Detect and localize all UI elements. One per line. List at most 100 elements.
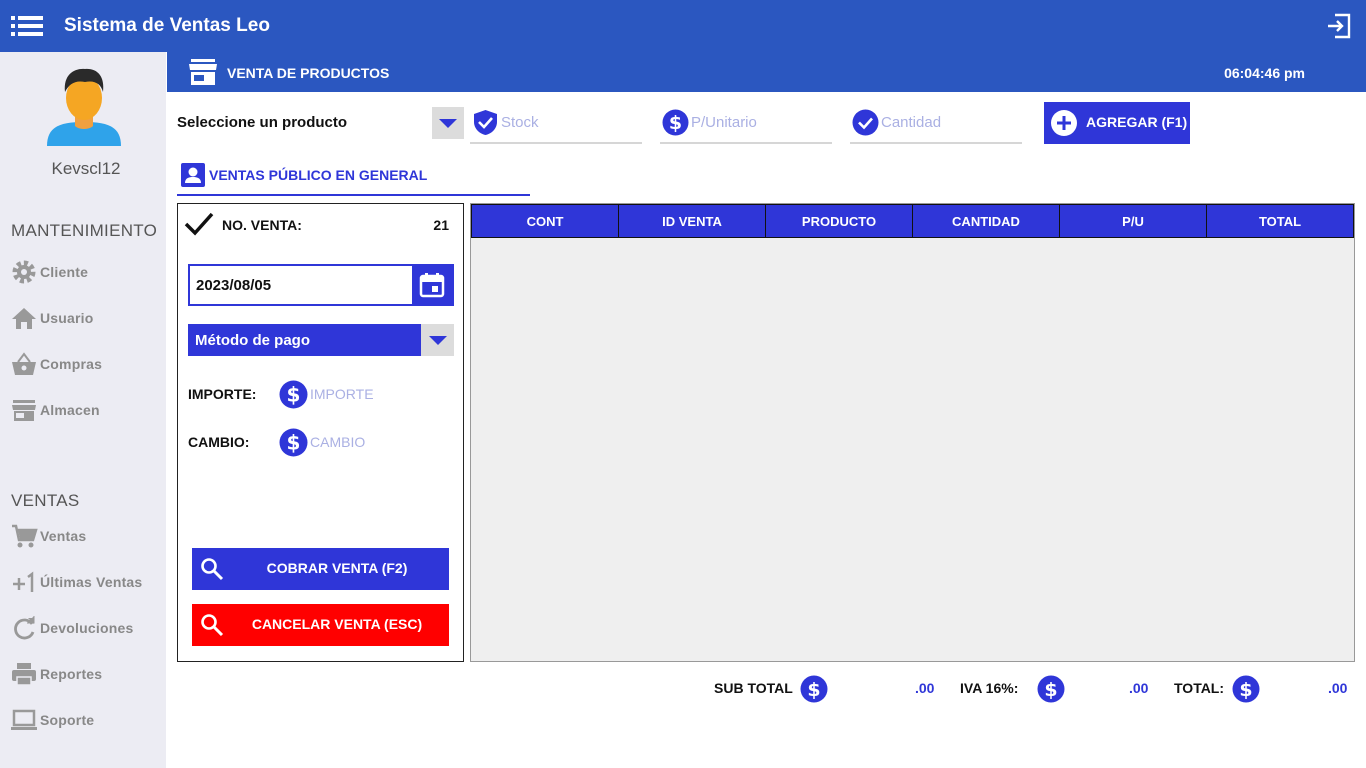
plus-circle-icon: [1051, 110, 1077, 136]
total-value: .00: [1328, 680, 1348, 696]
sidebar-item-ultimas-ventas[interactable]: Últimas Ventas: [10, 568, 160, 596]
dollar-icon: $: [279, 380, 308, 409]
quantity-placeholder: Cantidad: [881, 114, 942, 131]
gear-icon: [12, 260, 36, 284]
top-bar: Sistema de Ventas Leo: [0, 0, 1366, 52]
svg-text:$: $: [287, 431, 301, 455]
importe-placeholder: IMPORTE: [310, 386, 374, 402]
cancel-sale-label: CANCELAR VENTA (ESC): [251, 616, 423, 632]
importe-field[interactable]: $ IMPORTE: [279, 380, 449, 410]
sidebar-item-usuario[interactable]: Usuario: [10, 304, 160, 332]
sidebar-item-ventas[interactable]: Ventas: [10, 522, 160, 550]
sale-number-label: NO. VENTA:: [222, 217, 302, 233]
svg-text:$: $: [669, 112, 682, 134]
payment-method-value: Método de pago: [188, 324, 421, 356]
column-header-cont[interactable]: CONT: [471, 204, 619, 238]
tab-ventas-publico-general[interactable]: VENTAS PÚBLICO EN GENERAL: [177, 160, 530, 196]
laptop-icon: [11, 709, 37, 730]
svg-text:$: $: [807, 679, 820, 701]
sidebar-item-cliente[interactable]: Cliente: [10, 258, 160, 286]
refresh-icon: [14, 616, 35, 640]
product-select-label: Seleccione un producto: [177, 114, 348, 131]
cart-icon: [12, 524, 38, 548]
cambio-field[interactable]: $ CAMBIO: [279, 428, 449, 458]
page-title: VENTA DE PRODUCTOS: [227, 65, 390, 81]
printer-icon: [12, 663, 36, 686]
importe-label: IMPORTE:: [188, 386, 257, 402]
sidebar-item-devoluciones[interactable]: Devoluciones: [10, 614, 160, 642]
quantity-field[interactable]: Cantidad: [850, 106, 1022, 144]
sidebar-item-label: Compras: [40, 356, 103, 372]
section-mantenimiento: MANTENIMIENTO: [11, 221, 158, 240]
account-box-icon: [181, 163, 205, 187]
tab-label: VENTAS PÚBLICO EN GENERAL: [209, 167, 428, 183]
sidebar-item-label: Soporte: [40, 712, 95, 728]
subtotal-label: SUB TOTAL: [714, 680, 793, 696]
cambio-label: CAMBIO:: [188, 434, 250, 450]
section-header: VENTA DE PRODUCTOS 06:04:46 pm: [167, 52, 1366, 92]
product-dropdown-button[interactable]: [432, 107, 464, 139]
sales-table[interactable]: CONT ID VENTA PRODUCTO CANTIDAD P/U TOTA…: [470, 203, 1355, 662]
iva-value: .00: [1129, 680, 1149, 696]
calendar-icon: [419, 273, 445, 298]
username: Kevscl12: [51, 159, 121, 178]
date-input[interactable]: [190, 266, 412, 304]
unit-price-field[interactable]: $ P/Unitario: [660, 106, 832, 144]
sale-panel: NO. VENTA: 21 Método de pago IMPORTE: $ …: [177, 203, 464, 662]
sidebar-item-reportes[interactable]: Reportes: [10, 660, 160, 688]
store-icon: [12, 400, 36, 421]
total-label: TOTAL:: [1174, 680, 1225, 696]
svg-text:$: $: [287, 383, 301, 407]
add-product-label: AGREGAR (F1): [1086, 114, 1188, 130]
dollar-icon: $: [662, 109, 689, 136]
dollar-icon: $: [1232, 675, 1260, 703]
stock-field[interactable]: Stock: [470, 106, 642, 144]
shield-check-icon: [474, 110, 497, 135]
dollar-icon: $: [279, 428, 308, 457]
table-header: CONT ID VENTA PRODUCTO CANTIDAD P/U TOTA…: [471, 204, 1354, 238]
subtotal-value: .00: [915, 680, 935, 696]
sidebar-item-compras[interactable]: Compras: [10, 350, 160, 378]
cambio-placeholder: CAMBIO: [310, 434, 366, 450]
payment-method-select[interactable]: Método de pago: [188, 324, 454, 356]
sidebar: Kevscl12 MANTENIMIENTO Cliente Usuario C…: [0, 52, 166, 768]
store-icon: [189, 59, 217, 85]
stock-placeholder: Stock: [501, 114, 539, 131]
clock: 06:04:46 pm: [1224, 65, 1305, 81]
home-icon: [12, 308, 36, 329]
check-icon: [184, 212, 214, 236]
sidebar-item-label: Almacen: [40, 402, 100, 418]
date-picker: [188, 264, 454, 306]
sidebar-item-label: Devoluciones: [40, 620, 134, 636]
sidebar-item-almacen[interactable]: Almacen: [10, 396, 160, 424]
app-title: Sistema de Ventas Leo: [64, 15, 270, 36]
sale-number-value: 21: [433, 217, 449, 233]
column-header-id-venta[interactable]: ID VENTA: [619, 204, 766, 238]
sidebar-item-soporte[interactable]: Soporte: [10, 706, 160, 734]
unit-price-placeholder: P/Unitario: [691, 114, 757, 131]
add-product-button[interactable]: AGREGAR (F1): [1044, 102, 1190, 144]
svg-text:$: $: [1239, 679, 1252, 701]
basket-icon: [12, 352, 36, 375]
menu-icon[interactable]: [11, 14, 43, 38]
sidebar-item-label: Usuario: [40, 310, 94, 326]
svg-text:$: $: [1044, 679, 1057, 701]
column-header-producto[interactable]: PRODUCTO: [766, 204, 913, 238]
column-header-cantidad[interactable]: CANTIDAD: [913, 204, 1060, 238]
logout-icon[interactable]: [1326, 13, 1352, 39]
charge-sale-button[interactable]: COBRAR VENTA (F2): [192, 548, 449, 590]
dollar-icon: $: [1037, 675, 1065, 703]
column-header-pu[interactable]: P/U: [1060, 204, 1207, 238]
column-header-total[interactable]: TOTAL: [1207, 204, 1354, 238]
dollar-icon: $: [800, 675, 828, 703]
charge-sale-label: COBRAR VENTA (F2): [266, 560, 408, 576]
chevron-down-icon: [421, 324, 454, 356]
sidebar-item-label: Últimas Ventas: [40, 574, 143, 590]
section-ventas: VENTAS: [11, 491, 80, 510]
iva-label: IVA 16%:: [960, 680, 1019, 696]
sidebar-item-label: Cliente: [40, 264, 89, 280]
calendar-button[interactable]: [412, 266, 452, 304]
sidebar-item-label: Ventas: [40, 528, 87, 544]
sidebar-item-label: Reportes: [40, 666, 103, 682]
cancel-sale-button[interactable]: CANCELAR VENTA (ESC): [192, 604, 449, 646]
